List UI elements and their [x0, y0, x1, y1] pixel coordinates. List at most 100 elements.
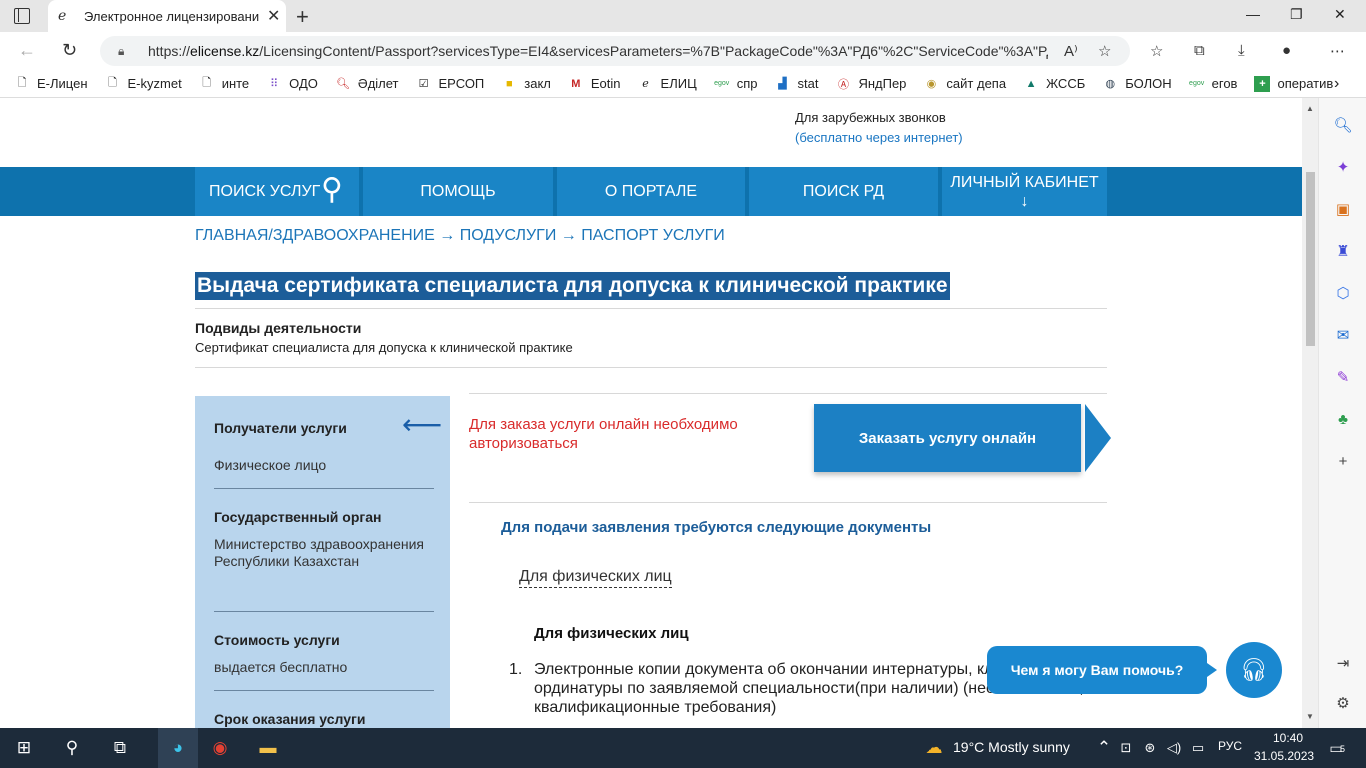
nav-search-rd[interactable]: ПОИСК РД	[749, 167, 938, 216]
bookmark-item[interactable]: egov егов	[1189, 76, 1237, 92]
network-icon[interactable]: ⊡	[1114, 736, 1138, 760]
chrome-icon[interactable]: ◉	[208, 736, 232, 760]
bookmark-item[interactable]: ■ закл	[501, 76, 551, 92]
subtypes-text: Сертификат специалиста для допуска к кли…	[195, 340, 573, 355]
nav-about[interactable]: О ПОРТАЛЕ	[557, 167, 745, 216]
bookmark-item[interactable]: 🗋︎ инте	[199, 76, 249, 92]
office-icon[interactable]: ⬡	[1334, 284, 1352, 302]
hide-sidebar-icon[interactable]: ⇥	[1334, 654, 1352, 672]
bookmark-item[interactable]: ◉ сайт депа	[923, 76, 1006, 92]
url-text[interactable]: https://elicense.kz/LicensingContent/Pas…	[148, 43, 1048, 59]
recipients-value: Физическое лицо	[214, 457, 327, 473]
search-icon[interactable]: 🔍︎	[1333, 116, 1352, 134]
outlook-icon[interactable]: ✉	[1334, 326, 1352, 344]
bookmarks-bar: 🗋︎ E-Лицен 🗋︎ E-kyzmet 🗋︎ инте ⠿ ОДО 🔍︎ Әділе…	[0, 70, 1366, 98]
battery-icon[interactable]: ▭	[1186, 736, 1210, 760]
nav-cabinet[interactable]: ЛИЧНЫЙ КАБИНЕТ ↓	[942, 167, 1107, 216]
windows-start-icon[interactable]: ⊞	[12, 736, 36, 760]
bookmark-item[interactable]: Ⓐ ЯндПер	[835, 76, 906, 92]
refresh-button[interactable]: ↻	[62, 40, 77, 61]
check-icon: ☑	[418, 78, 429, 90]
scroll-thumb[interactable]	[1306, 172, 1315, 346]
volume-icon[interactable]: ◁)	[1162, 736, 1186, 760]
games-icon[interactable]: ♜	[1334, 242, 1352, 260]
language-indicator[interactable]: РУС	[1218, 739, 1242, 753]
edge-icon[interactable]: ◕	[158, 728, 198, 768]
add-icon[interactable]: +	[1334, 452, 1352, 470]
chat-prompt[interactable]: Чем я могу Вам помочь?	[987, 646, 1217, 694]
breadcrumb[interactable]: ГЛАВНАЯ/ЗДРАВООХРАНЕНИЕ → ПОДУСЛУГИ → ПА…	[195, 227, 725, 245]
maximize-button[interactable]: ❐	[1290, 6, 1303, 23]
file-explorer-icon[interactable]: ▬	[256, 736, 280, 760]
arrow-right-icon[interactable]	[1085, 404, 1111, 472]
designer-icon[interactable]: ✎	[1334, 368, 1352, 386]
bookmark-item[interactable]: ▟ stat	[774, 76, 818, 92]
stat-icon: ▟	[778, 78, 787, 90]
divider	[469, 502, 1107, 503]
divider	[195, 367, 1107, 368]
bookmark-item[interactable]: e ЕЛИЦ	[638, 76, 696, 92]
windows-taskbar: ⊞ ⚲ ⧉ ◕ ◉ ▬ ☁ 19°C Mostly sunny ⌃ ⊡ ⊛ ◁)…	[0, 728, 1366, 768]
address-bar[interactable]: 🔒︎ https://elicense.kz/LicensingContent/…	[100, 36, 1130, 66]
e-logo-icon: e	[642, 77, 649, 90]
bookmark-item[interactable]: egov спр	[714, 76, 757, 92]
back-button[interactable]: ←	[18, 40, 36, 61]
bookmark-item[interactable]: + оператив	[1254, 75, 1333, 92]
bookmark-item[interactable]: ⠿ ОДО	[266, 76, 318, 92]
headset-icon[interactable]: 🎧︎	[1226, 642, 1282, 698]
page-scrollbar[interactable]: ▲ ▼	[1302, 98, 1318, 728]
add-favorite-icon[interactable]: ☆	[1098, 42, 1111, 60]
read-aloud-icon[interactable]: A⁾	[1064, 42, 1078, 60]
tab-individuals[interactable]: Для физических лиц	[519, 568, 672, 588]
bookmark-item[interactable]: M Eotin	[568, 76, 620, 92]
clock-date[interactable]: 31.05.2023	[1254, 749, 1314, 763]
task-view-icon[interactable]: ⧉	[108, 736, 132, 760]
tab-close-icon[interactable]: ✕	[267, 6, 280, 26]
favorites-icon[interactable]: ☆	[1150, 42, 1163, 60]
settings-more-icon[interactable]: ⋯	[1330, 42, 1345, 60]
bookmark-item[interactable]: 🗋︎ E-Лицен	[14, 76, 88, 92]
tab-actions-icon[interactable]	[14, 8, 30, 24]
gear-icon[interactable]: ⚙	[1334, 694, 1352, 712]
copilot-icon[interactable]: ✦	[1334, 158, 1352, 176]
recipients-title: Получатели услуги	[214, 420, 347, 436]
m-logo-icon: M	[571, 77, 581, 90]
site-favicon-icon: e	[58, 8, 67, 24]
foreign-calls-link[interactable]: (бесплатно через интернет)	[795, 130, 963, 145]
service-info-panel: Получатели услуги ⟵ Физическое лицо Госу…	[195, 396, 450, 728]
nav-search-services[interactable]: ПОИСК УСЛУГ ⚲	[195, 167, 359, 216]
foreign-calls-label: Для зарубежных звонков	[795, 110, 946, 125]
profile-avatar-icon[interactable]: ●	[1282, 42, 1291, 59]
wifi-icon[interactable]: ⊛	[1138, 736, 1162, 760]
bookmark-item[interactable]: ◍ БОЛОН	[1102, 76, 1171, 92]
nav-help[interactable]: ПОМОЩЬ	[363, 167, 553, 216]
arrow-left-icon[interactable]: ⟵	[402, 411, 442, 439]
minimize-button[interactable]: —	[1246, 6, 1260, 22]
new-tab-button[interactable]: +	[296, 4, 309, 30]
more-bookmarks-icon[interactable]: ›	[1334, 75, 1339, 93]
shopping-icon[interactable]: ▣	[1334, 200, 1352, 218]
close-window-button[interactable]: ✕	[1334, 6, 1346, 23]
cost-value: выдается бесплатно	[214, 659, 348, 675]
tree-icon[interactable]: ♣	[1334, 410, 1352, 428]
page-icon: 🗋︎	[17, 77, 27, 89]
chevron-up-icon[interactable]: ⌃	[1092, 736, 1116, 760]
order-online-button[interactable]: Заказать услугу онлайн	[814, 404, 1081, 472]
collections-icon[interactable]: ⧉	[1194, 42, 1205, 59]
lock-icon[interactable]: 🔒︎	[118, 44, 132, 59]
browser-tab[interactable]: e Электронное лицензирование ✕	[48, 0, 286, 32]
divider	[195, 308, 1107, 309]
bookmark-item[interactable]: 🗋︎ E-kyzmet	[105, 76, 182, 92]
tab-title: Электронное лицензирование	[84, 8, 259, 24]
bookmark-item[interactable]: ▲ ЖССБ	[1023, 76, 1086, 92]
bookmark-item[interactable]: ☑ ЕРСОП	[416, 76, 485, 92]
clock-time[interactable]: 10:40	[1268, 731, 1308, 745]
scroll-down-icon[interactable]: ▼	[1306, 712, 1314, 721]
downloads-icon[interactable]: ⤓	[1238, 42, 1245, 59]
bookmark-item[interactable]: 🔍︎ Әділет	[335, 76, 399, 92]
page-icon: 🗋︎	[202, 77, 212, 89]
search-icon[interactable]: ⚲	[60, 736, 84, 760]
divider	[214, 488, 434, 489]
weather-text[interactable]: 19°C Mostly sunny	[953, 739, 1070, 755]
scroll-up-icon[interactable]: ▲	[1306, 104, 1314, 113]
